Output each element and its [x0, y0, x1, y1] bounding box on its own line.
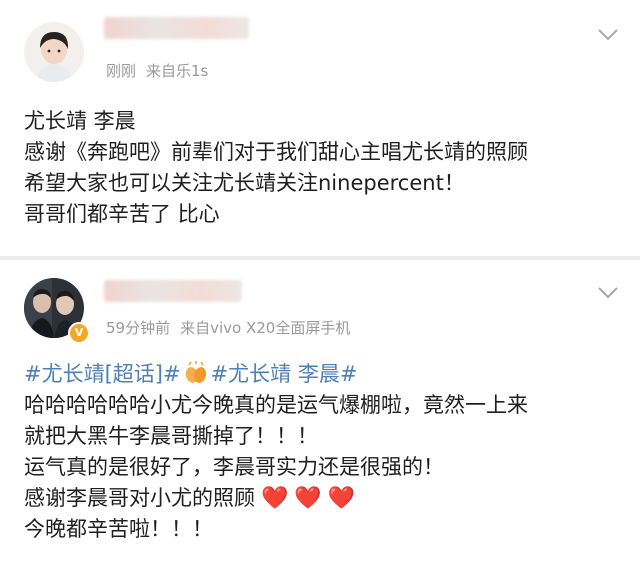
- chevron-down-icon[interactable]: [597, 28, 619, 42]
- post-meta: 刚刚 来自乐1s: [106, 60, 218, 81]
- clapping-hands-icon: [183, 360, 209, 386]
- heart-icon: ❤️: [261, 486, 289, 511]
- post-source: 来自乐1s: [146, 62, 209, 80]
- post-line: 运气真的是很好了，李晨哥实力还是很强的！: [24, 455, 444, 479]
- heart-icon: ❤️: [294, 486, 322, 511]
- post-body: #尤长靖[超话]# #尤长靖 李晨# 哈哈哈哈哈哈小尤今晚真的是运气爆棚啦，竟然…: [24, 359, 528, 545]
- avatar-image: [24, 22, 84, 82]
- chevron-down-icon[interactable]: [597, 286, 619, 300]
- username-redacted: [104, 17, 249, 39]
- post-line: 就把大黑牛李晨哥撕掉了！！！: [24, 424, 318, 448]
- verified-badge-icon: V: [68, 322, 90, 344]
- topic-link-super[interactable]: #尤长靖[超话]#: [24, 362, 181, 386]
- topic-line: #尤长靖[超话]# #尤长靖 李晨#: [24, 359, 528, 390]
- weibo-post-1: 刚刚 来自乐1s 尤长靖 李晨 感谢《奔跑吧》前辈们对于我们甜心主唱尤长靖的照顾 …: [0, 0, 640, 258]
- post-line: 哥哥们都辛苦了 比心: [24, 202, 220, 226]
- post-body: 尤长靖 李晨 感谢《奔跑吧》前辈们对于我们甜心主唱尤长靖的照顾 希望大家也可以关…: [24, 106, 528, 230]
- post-line: 今晚都辛苦啦！！！: [24, 517, 213, 541]
- post-time: 刚刚: [106, 62, 137, 80]
- post-line: 尤长靖 李晨: [24, 109, 136, 133]
- post-time: 59分钟前: [106, 319, 171, 337]
- username-redacted: [104, 280, 242, 302]
- heart-icon: ❤️: [327, 486, 356, 511]
- post-line: 感谢李晨哥对小尤的照顾: [24, 486, 255, 510]
- weibo-post-2: V 59分钟前 来自vivo X20全面屏手机 #尤长靖[超话]# #尤长靖 李晨…: [0, 258, 640, 575]
- thanks-line: 感谢李晨哥对小尤的照顾 ❤️ ❤️ ❤️: [24, 483, 528, 514]
- post-line: 希望大家也可以关注尤长靖关注ninepercent！: [24, 171, 465, 195]
- topic-link[interactable]: #尤长靖 李晨#: [211, 362, 358, 386]
- user-avatar[interactable]: [24, 22, 84, 82]
- post-line: 哈哈哈哈哈哈小尤今晚真的是运气爆棚啦，竟然一上来: [24, 393, 528, 417]
- post-line: 感谢《奔跑吧》前辈们对于我们甜心主唱尤长靖的照顾: [24, 140, 528, 164]
- post-meta: 59分钟前 来自vivo X20全面屏手机: [106, 317, 360, 338]
- post-source: 来自vivo X20全面屏手机: [180, 319, 351, 337]
